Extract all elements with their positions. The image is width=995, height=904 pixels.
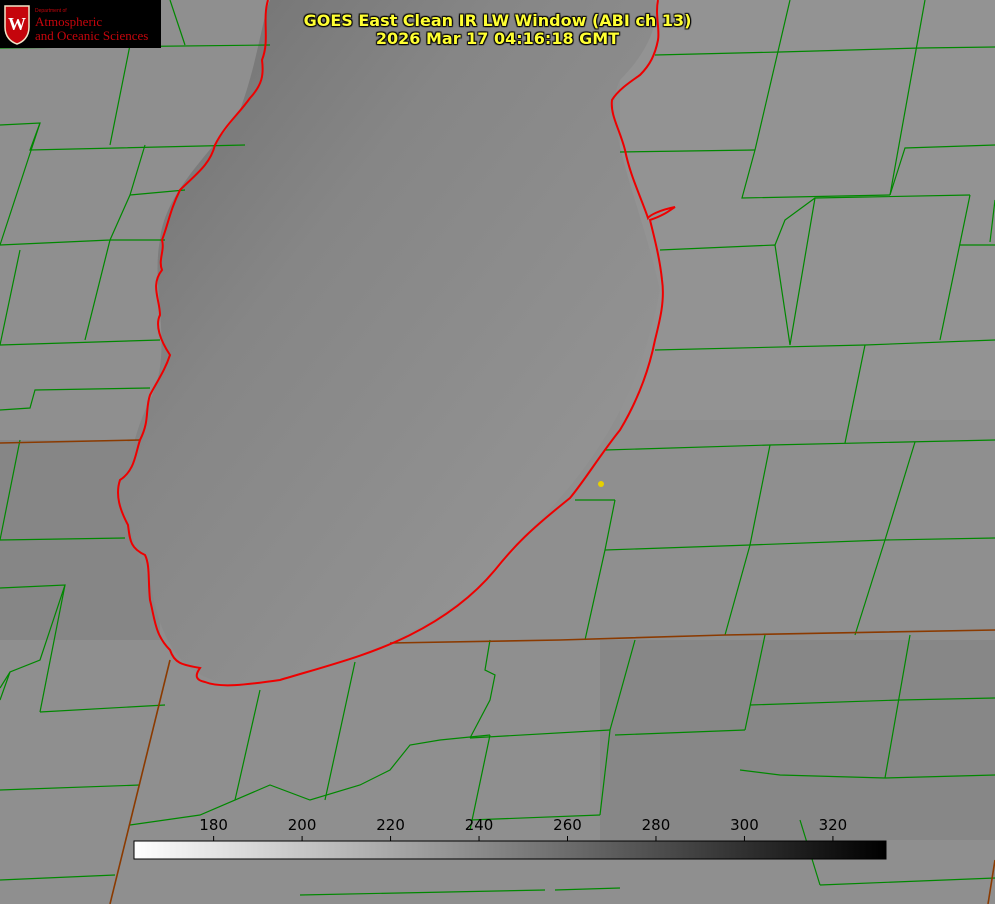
colorbar-tick-label: 240	[465, 816, 494, 834]
image-title: GOES East Clean IR LW Window (ABI ch 13)	[303, 11, 692, 30]
colorbar-tick-label: 320	[819, 816, 848, 834]
colorbar-tick-label: 260	[553, 816, 582, 834]
colorbar-tick-label: 280	[642, 816, 671, 834]
station-marker	[598, 481, 604, 487]
colorbar-tick-label: 220	[376, 816, 405, 834]
image-timestamp: 2026 Mar 17 04:16:18 GMT	[375, 29, 620, 48]
colorbar-gradient	[133, 840, 887, 860]
colorbar-tick-label: 180	[199, 816, 228, 834]
colorbar-tick-label: 300	[730, 816, 759, 834]
colorbar-tick-label: 200	[288, 816, 317, 834]
satellite-map: 180 200 220 240 260 280 300 320	[0, 0, 995, 904]
